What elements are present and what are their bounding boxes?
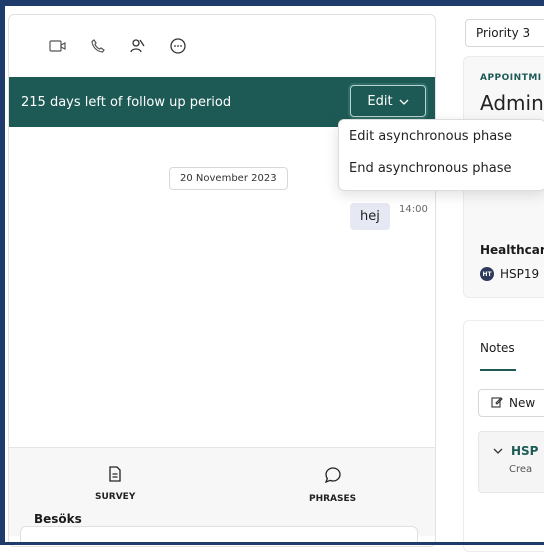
edit-button-label: Edit: [367, 93, 393, 109]
appointment-label: APPOINTMI: [480, 73, 542, 83]
follow-up-text: 215 days left of follow up period: [21, 94, 232, 110]
menu-item-end-async[interactable]: End asynchronous phase: [339, 152, 544, 184]
message-time: 14:00: [399, 204, 428, 215]
tab-underline: [480, 369, 516, 371]
note-item-sub: Crea: [509, 464, 533, 475]
chevron-down-icon: [493, 444, 503, 458]
document-icon: [108, 466, 122, 486]
edit-button[interactable]: Edit: [350, 85, 426, 117]
date-separator: 20 November 2023: [169, 167, 288, 190]
menu-item-edit-async[interactable]: Edit asynchronous phase: [339, 120, 544, 152]
speech-bubble-icon: [324, 466, 342, 488]
window-frame-top: [0, 0, 544, 6]
phone-icon[interactable]: [87, 35, 109, 57]
healthcare-row: HT HSP19: [480, 267, 539, 281]
note-item-title: HSP: [511, 444, 539, 458]
note-item-header: HSP: [493, 444, 538, 458]
note-item[interactable]: HSP Crea: [478, 431, 544, 493]
chat-bubble-icon[interactable]: [167, 35, 189, 57]
healthcare-value: HSP19: [500, 267, 540, 281]
edit-icon: [491, 396, 503, 411]
message-input[interactable]: [20, 526, 418, 543]
survey-button[interactable]: SURVEY: [95, 466, 135, 502]
chat-toolbar: [47, 35, 189, 57]
chat-panel: 215 days left of follow up period Edit 2…: [8, 14, 436, 547]
chevron-down-icon: [399, 94, 409, 109]
priority-select[interactable]: Priority 3: [465, 19, 544, 47]
phrases-button[interactable]: PHRASES: [309, 466, 356, 504]
notes-card: Notes New HSP Crea: [463, 320, 544, 552]
window-frame-left: [0, 0, 5, 545]
tab-notes[interactable]: Notes: [480, 341, 515, 355]
message-bubble: hej: [350, 203, 390, 230]
participants-icon[interactable]: [127, 35, 149, 57]
edit-menu: Edit asynchronous phase End asynchronous…: [338, 119, 544, 191]
appointment-title: Admin: [480, 91, 544, 115]
survey-label: SURVEY: [95, 492, 136, 502]
besok-label: Besöks: [34, 512, 82, 526]
video-icon[interactable]: [47, 35, 69, 57]
new-note-button[interactable]: New: [478, 389, 544, 417]
phrases-label: PHRASES: [309, 494, 357, 504]
avatar: HT: [480, 267, 494, 281]
new-note-label: New: [509, 396, 536, 410]
healthcare-title: Healthcar: [480, 243, 544, 257]
